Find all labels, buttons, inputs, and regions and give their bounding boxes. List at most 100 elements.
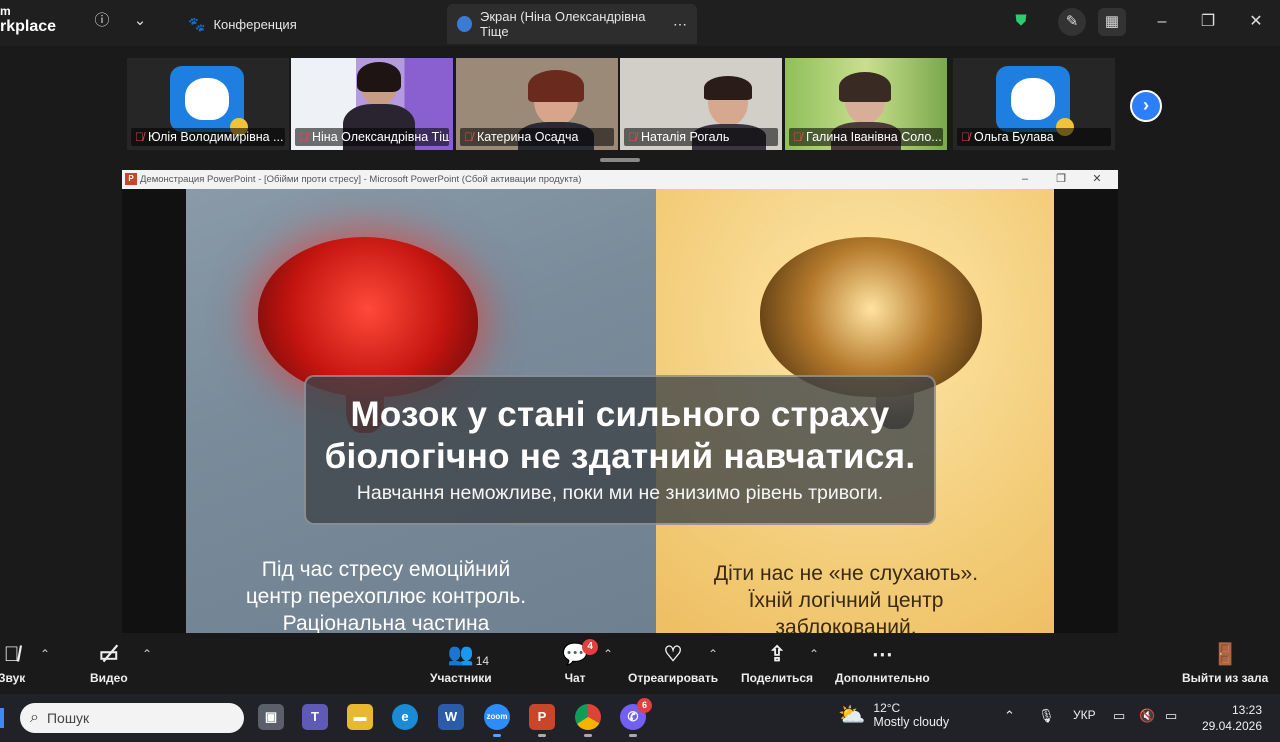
glowing-red-brain-image (258, 237, 478, 397)
mic-muted-icon: 🎙̸ (464, 130, 473, 144)
start-button-edge[interactable] (0, 708, 4, 728)
chat-button[interactable]: 💬 4 Чат (562, 639, 599, 685)
video-options-caret[interactable]: ⌃ (142, 647, 152, 661)
file-explorer-icon[interactable]: ▬ (347, 704, 373, 730)
meeting-toolbar: 🎙̸ Звук ⌃ ▭̸ Видео ⌃ 👥 14 Участники 💬 4 Ча… (0, 633, 1280, 691)
restore-icon[interactable]: ❐ (1046, 170, 1076, 189)
weather-widget[interactable]: ⛅ 12°C Mostly cloudy (838, 701, 949, 729)
taskbar-search[interactable]: ⌕ Пошук (20, 703, 244, 733)
minimize-icon[interactable]: – (1152, 12, 1172, 32)
participant-tile-active[interactable]: 🎙̸ Ніна Олександрівна Тіщ... (291, 58, 453, 150)
battery-icon[interactable]: ▭ (1165, 708, 1177, 724)
tab-conference[interactable]: 🐾 Конференция (178, 4, 307, 44)
viber-icon[interactable]: ✆ 6 (620, 698, 652, 737)
running-indicator (538, 734, 546, 737)
video-button[interactable]: ▭̸ Видео (90, 641, 128, 685)
app-brand: m rkplace (0, 4, 57, 35)
chat-icon: 💬 4 (562, 639, 599, 669)
participant-nameplate: 🎙̸ Ольга Булава (957, 128, 1111, 146)
react-button[interactable]: ♡ Отреагировать (628, 641, 718, 685)
participants-button[interactable]: 👥 14 Участники (430, 641, 492, 685)
participant-nameplate: 🎙̸ Галина Іванівна Соло... (789, 128, 943, 146)
strip-resize-handle[interactable] (600, 158, 640, 162)
info-icon[interactable]: ⓘ (92, 11, 112, 31)
paw-icon: 🐾 (188, 15, 206, 32)
teams-icon[interactable]: T (302, 704, 328, 730)
tab-screen-share[interactable]: Экран (Ніна Олександрівна Тіще ⋯ (447, 4, 697, 44)
audio-options-caret[interactable]: ⌃ (40, 647, 50, 661)
speaker-muted-icon[interactable]: 🔇 (1139, 708, 1155, 724)
running-indicator (629, 734, 637, 737)
caption-line: Їхній логічний центр (748, 589, 944, 612)
caption-line: Під час стресу емоційний (261, 558, 511, 581)
mic-muted-icon: 🎙̸ (628, 130, 637, 144)
close-icon[interactable]: ✕ (1082, 170, 1112, 189)
more-icon: ⋯ (871, 643, 893, 666)
audio-button[interactable]: 🎙̸ Звук (0, 641, 25, 685)
exit-door-icon: 🚪 (1212, 643, 1239, 666)
leave-button[interactable]: 🚪 Выйти из зала (1182, 641, 1268, 685)
language-indicator[interactable]: УКР (1073, 708, 1096, 722)
mic-muted-icon: 🎙̸ (299, 130, 308, 144)
participant-tile[interactable]: 🎙̸ Ольга Булава (953, 58, 1115, 150)
share-screen-icon: ⇪ (768, 643, 786, 666)
caption-line: заблокований. (775, 616, 917, 633)
chat-options-caret[interactable]: ⌃ (603, 647, 613, 661)
participant-tile[interactable]: 🎙̸ Наталія Рогаль (620, 58, 782, 150)
task-view-icon[interactable]: ▣ (258, 704, 284, 730)
next-page-button[interactable]: › (1130, 90, 1162, 122)
system-clock[interactable]: 13:23 29.04.2026 (1202, 702, 1262, 734)
zoom-title-bar: m rkplace ⓘ ⌄ 🐾 Конференция Экран (Ніна … (0, 0, 1280, 46)
participant-tile[interactable]: 🎙̸ Юлія Володимирівна ... (127, 58, 289, 150)
shared-screen: P Демонстрация PowerPoint - [Обійми прот… (122, 170, 1118, 633)
weather-temperature: 12°C (873, 701, 901, 715)
participant-strip: 🎙̸ Юлія Володимирівна ... 🎙̸ Ніна Олекса… (0, 46, 1280, 166)
participant-tile[interactable]: 🎙̸ Галина Іванівна Соло... (785, 58, 947, 150)
edge-browser-icon[interactable]: e (392, 704, 418, 730)
chevron-up-icon[interactable]: ⌃ (1004, 708, 1015, 724)
word-icon[interactable]: W (438, 704, 464, 730)
close-icon[interactable]: ✕ (1246, 12, 1266, 32)
chrome-icon[interactable] (575, 704, 601, 737)
microphone-muted-icon: 🎙̸ (3, 643, 20, 666)
caption-line: Раціональна частина (282, 612, 490, 633)
running-indicator (584, 734, 592, 737)
mic-muted-icon: 🎙̸ (135, 130, 144, 144)
more-button[interactable]: ⋯ Дополнительно (835, 641, 930, 685)
participant-tile[interactable]: 🎙̸ Катерина Осадча (456, 58, 618, 150)
camera-off-icon: ▭̸ (98, 643, 119, 666)
react-options-caret[interactable]: ⌃ (708, 647, 718, 661)
cloud-sun-icon: ⛅ (838, 702, 866, 727)
right-caption: Діти нас не «не слухають». Їхній логічни… (676, 560, 1016, 633)
microphone-icon[interactable]: 🎙 (1038, 708, 1055, 724)
presentation-slide: Мозок у стані сильного страху біологічно… (186, 189, 1054, 633)
zoom-app-icon[interactable]: zoom (484, 704, 510, 737)
participant-hair (839, 72, 891, 102)
zoom-avatar-logo (996, 66, 1074, 136)
caption-line: Діти нас не «не слухають». (713, 562, 979, 585)
shield-icon[interactable]: ⛊ (1011, 11, 1031, 31)
clock-time: 13:23 (1231, 703, 1262, 717)
powerpoint-title-bar: P Демонстрация PowerPoint - [Обійми прот… (122, 170, 1118, 189)
participants-icon: 👥 14 (448, 641, 489, 669)
share-button[interactable]: ⇪ Поделиться (741, 641, 813, 685)
mic-muted-icon: 🎙̸ (793, 130, 802, 144)
participant-nameplate: 🎙̸ Ніна Олександрівна Тіщ... (295, 128, 449, 146)
heart-icon: ♡ (663, 643, 683, 666)
participant-nameplate: 🎙̸ Наталія Рогаль (624, 128, 778, 146)
minimize-icon[interactable]: – (1010, 170, 1040, 189)
network-icon[interactable]: ▭ (1113, 708, 1125, 724)
pencil-icon[interactable]: ✎ (1058, 8, 1086, 36)
slide-subheadline: Навчання неможливе, поки ми не знизимо р… (356, 482, 884, 504)
share-options-caret[interactable]: ⌃ (809, 647, 819, 661)
slide-headline: біологічно не здатний навчатися. (324, 437, 916, 476)
restore-icon[interactable]: ❐ (1198, 12, 1218, 32)
zoom-avatar-logo (170, 66, 248, 136)
chevron-down-icon[interactable]: ⌄ (130, 11, 150, 31)
more-options-icon[interactable]: ⋯ (673, 16, 687, 33)
powerpoint-app-icon[interactable]: P (529, 704, 555, 737)
mic-muted-icon: 🎙̸ (961, 130, 970, 144)
left-caption: Під час стресу емоційний центр перехоплю… (216, 556, 556, 633)
grid-view-icon[interactable]: ▦ (1098, 8, 1126, 36)
participant-nameplate: 🎙̸ Катерина Осадча (460, 128, 614, 146)
